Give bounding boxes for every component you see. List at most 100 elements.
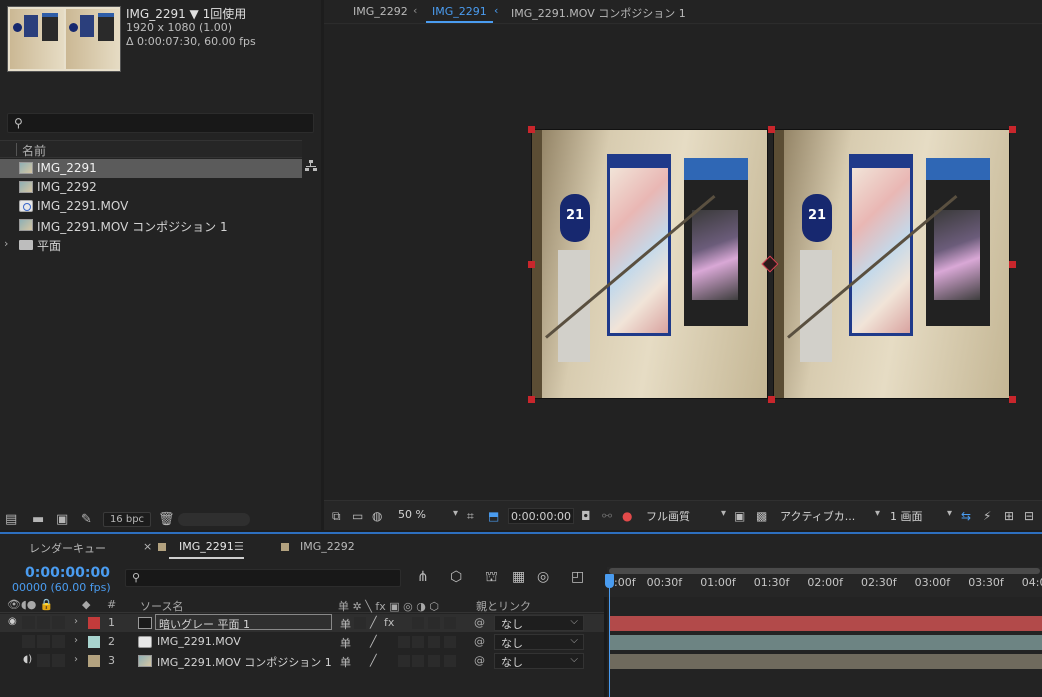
effects-switch[interactable]	[398, 636, 410, 648]
always-preview-icon[interactable]: ⧉	[332, 509, 341, 524]
project-item-img-2291[interactable]: IMG_2291	[0, 159, 302, 178]
bit-depth-button[interactable]: 16 bpc	[103, 512, 151, 527]
lock-toggle[interactable]	[52, 635, 65, 648]
shy-switch-icon[interactable]: 单	[340, 654, 351, 670]
adjustment-switch[interactable]	[444, 617, 456, 629]
frame-blend-switch[interactable]	[412, 636, 424, 648]
viewer-canvas[interactable]: 21 21	[324, 25, 1042, 500]
toggle-mask-path-icon[interactable]: ⬒	[488, 509, 499, 523]
chevron-right-icon[interactable]: ›	[4, 237, 8, 250]
chevron-right-icon[interactable]: ›	[74, 635, 78, 646]
project-scrollbar[interactable]	[178, 513, 250, 526]
project-item-img-2292[interactable]: IMG_2292	[0, 178, 302, 197]
transform-handle[interactable]	[1009, 261, 1016, 268]
comp-flowchart-icon[interactable]: ⊞	[1004, 509, 1014, 523]
pick-whip-icon[interactable]: @	[474, 616, 485, 629]
lock-toggle[interactable]	[52, 616, 65, 629]
shy-layers-icon[interactable]: ⛫	[485, 569, 498, 587]
transform-handle[interactable]	[1009, 396, 1016, 403]
region-of-interest-icon[interactable]: ▣	[734, 509, 745, 523]
quality-switch-icon[interactable]: ╱	[370, 635, 377, 648]
close-tab-icon[interactable]: ×	[143, 540, 152, 553]
view-layout-dropdown[interactable]: 1 画面 ▾	[890, 508, 954, 524]
transform-handle[interactable]	[528, 261, 535, 268]
adjustment-switch[interactable]	[444, 655, 456, 667]
layer-search-input[interactable]: ⚲	[125, 569, 401, 587]
tab-img-2291[interactable]: IMG_2291	[179, 540, 234, 553]
solo-toggle[interactable]	[37, 616, 50, 629]
layer-label-color[interactable]	[88, 655, 100, 667]
column-name-label[interactable]: 名前	[22, 142, 46, 159]
show-snapshot-icon[interactable]: ⚯	[602, 509, 612, 523]
audio-toggle[interactable]	[22, 635, 35, 648]
layer-bar-3[interactable]	[610, 654, 1042, 669]
tab-render-queue[interactable]: レンダーキュー	[29, 540, 106, 556]
transform-handle[interactable]	[528, 396, 535, 403]
monitor-icon[interactable]: ▭	[352, 509, 363, 523]
trash-icon[interactable]: 🗑	[158, 512, 175, 527]
effects-switch[interactable]	[398, 655, 410, 667]
quality-switch-icon[interactable]: ╱	[370, 616, 377, 629]
chevron-right-icon[interactable]: ›	[74, 616, 78, 627]
speaker-icon[interactable]: ◖)	[23, 654, 32, 665]
footage-frame-left[interactable]: 21	[531, 129, 768, 399]
zoom-dropdown[interactable]: 50 % ▾	[398, 508, 460, 524]
motion-blur-switch[interactable]	[428, 655, 440, 667]
quality-switch-icon[interactable]: ╱	[370, 654, 377, 667]
interpret-footage-icon[interactable]: ▤	[5, 512, 17, 527]
adjustment-switch[interactable]	[444, 636, 456, 648]
frame-blend-switch[interactable]	[412, 655, 424, 667]
parent-dropdown[interactable]: なし ⌵	[494, 634, 584, 650]
transform-handle[interactable]	[1009, 126, 1016, 133]
layer-row-2[interactable]: › 2 IMG_2291.MOV 单 ╱ @ なし ⌵	[0, 633, 604, 651]
viewer-tab-img-2292[interactable]: IMG_2292	[353, 5, 408, 18]
color-channels-icon[interactable]: ●	[622, 509, 632, 523]
time-ruler[interactable]: 0:00f 00:30f 01:00f 01:30f 02:00f 02:30f 03:00…	[607, 567, 1042, 597]
frame-blending-icon[interactable]: ▦	[512, 569, 525, 585]
project-item-img-2291-mov[interactable]: IMG_2291.MOV	[0, 197, 302, 216]
eye-icon[interactable]: ◉	[8, 616, 17, 627]
flowchart-icon[interactable]	[305, 160, 317, 172]
layer-bar-2[interactable]	[610, 635, 1042, 650]
new-folder-icon[interactable]: ▬	[32, 512, 44, 527]
collapse-switch[interactable]	[354, 617, 366, 629]
layer-name-field[interactable]: 暗いグレー 平面 1	[155, 614, 332, 631]
project-item-title[interactable]: IMG_2291 ▼ 1回使用	[126, 5, 246, 22]
parent-dropdown[interactable]: なし ⌵	[494, 653, 584, 669]
resolution-dropdown[interactable]: フル画質 ▾	[646, 508, 728, 524]
column-parent-link[interactable]: 親とリンク	[476, 598, 531, 614]
layer-label-color[interactable]	[88, 636, 100, 648]
new-composition-icon[interactable]: ▣	[56, 512, 68, 527]
camera-dropdown[interactable]: アクティブカ... ▾	[780, 508, 882, 524]
reset-exposure-icon[interactable]: ⊟	[1024, 509, 1034, 523]
project-item-mov-composition[interactable]: IMG_2291.MOV コンポジション 1	[0, 216, 302, 235]
transform-handle[interactable]	[768, 396, 775, 403]
motion-blur-icon[interactable]: ◎	[537, 569, 549, 585]
layer-name[interactable]: IMG_2291.MOV コンポジション 1	[157, 654, 332, 670]
transform-handle[interactable]	[768, 126, 775, 133]
work-area-bar[interactable]	[609, 568, 1040, 574]
project-folder-solids[interactable]: › 平面	[0, 235, 302, 254]
layer-label-color[interactable]	[88, 617, 100, 629]
viewer-tab-img-2291[interactable]: IMG_2291	[426, 5, 493, 23]
fast-preview-icon[interactable]: ⚡	[983, 509, 991, 523]
timeline-current-time[interactable]: 0:00:00:00	[25, 565, 110, 581]
frame-blend-switch[interactable]	[412, 617, 424, 629]
project-search-input[interactable]: ⚲	[7, 113, 314, 133]
tab-img-2292[interactable]: IMG_2292	[300, 540, 355, 553]
solo-toggle[interactable]	[37, 635, 50, 648]
chevron-right-icon[interactable]: ›	[74, 654, 78, 665]
lock-toggle[interactable]	[52, 654, 65, 667]
pick-whip-icon[interactable]: @	[474, 635, 485, 648]
column-source-name[interactable]: ソース名	[140, 598, 183, 614]
toggle-pixel-aspect-icon[interactable]: ⇆	[961, 509, 971, 523]
comp-mini-flowchart-icon[interactable]: ⋔	[417, 569, 429, 585]
audio-toggle[interactable]	[22, 616, 35, 629]
draft-3d-icon[interactable]: ⬡	[450, 569, 462, 585]
shy-switch-icon[interactable]: 单	[340, 616, 351, 632]
layer-bar-1[interactable]	[610, 616, 1042, 631]
layer-row-1[interactable]: ◉ › 1 暗いグレー 平面 1 单 ╱ fx @ なし ⌵	[0, 614, 604, 632]
graph-editor-icon[interactable]: ◰	[571, 569, 584, 585]
tab-menu-icon[interactable]: ☰	[234, 540, 244, 553]
current-time-indicator[interactable]	[605, 574, 614, 697]
